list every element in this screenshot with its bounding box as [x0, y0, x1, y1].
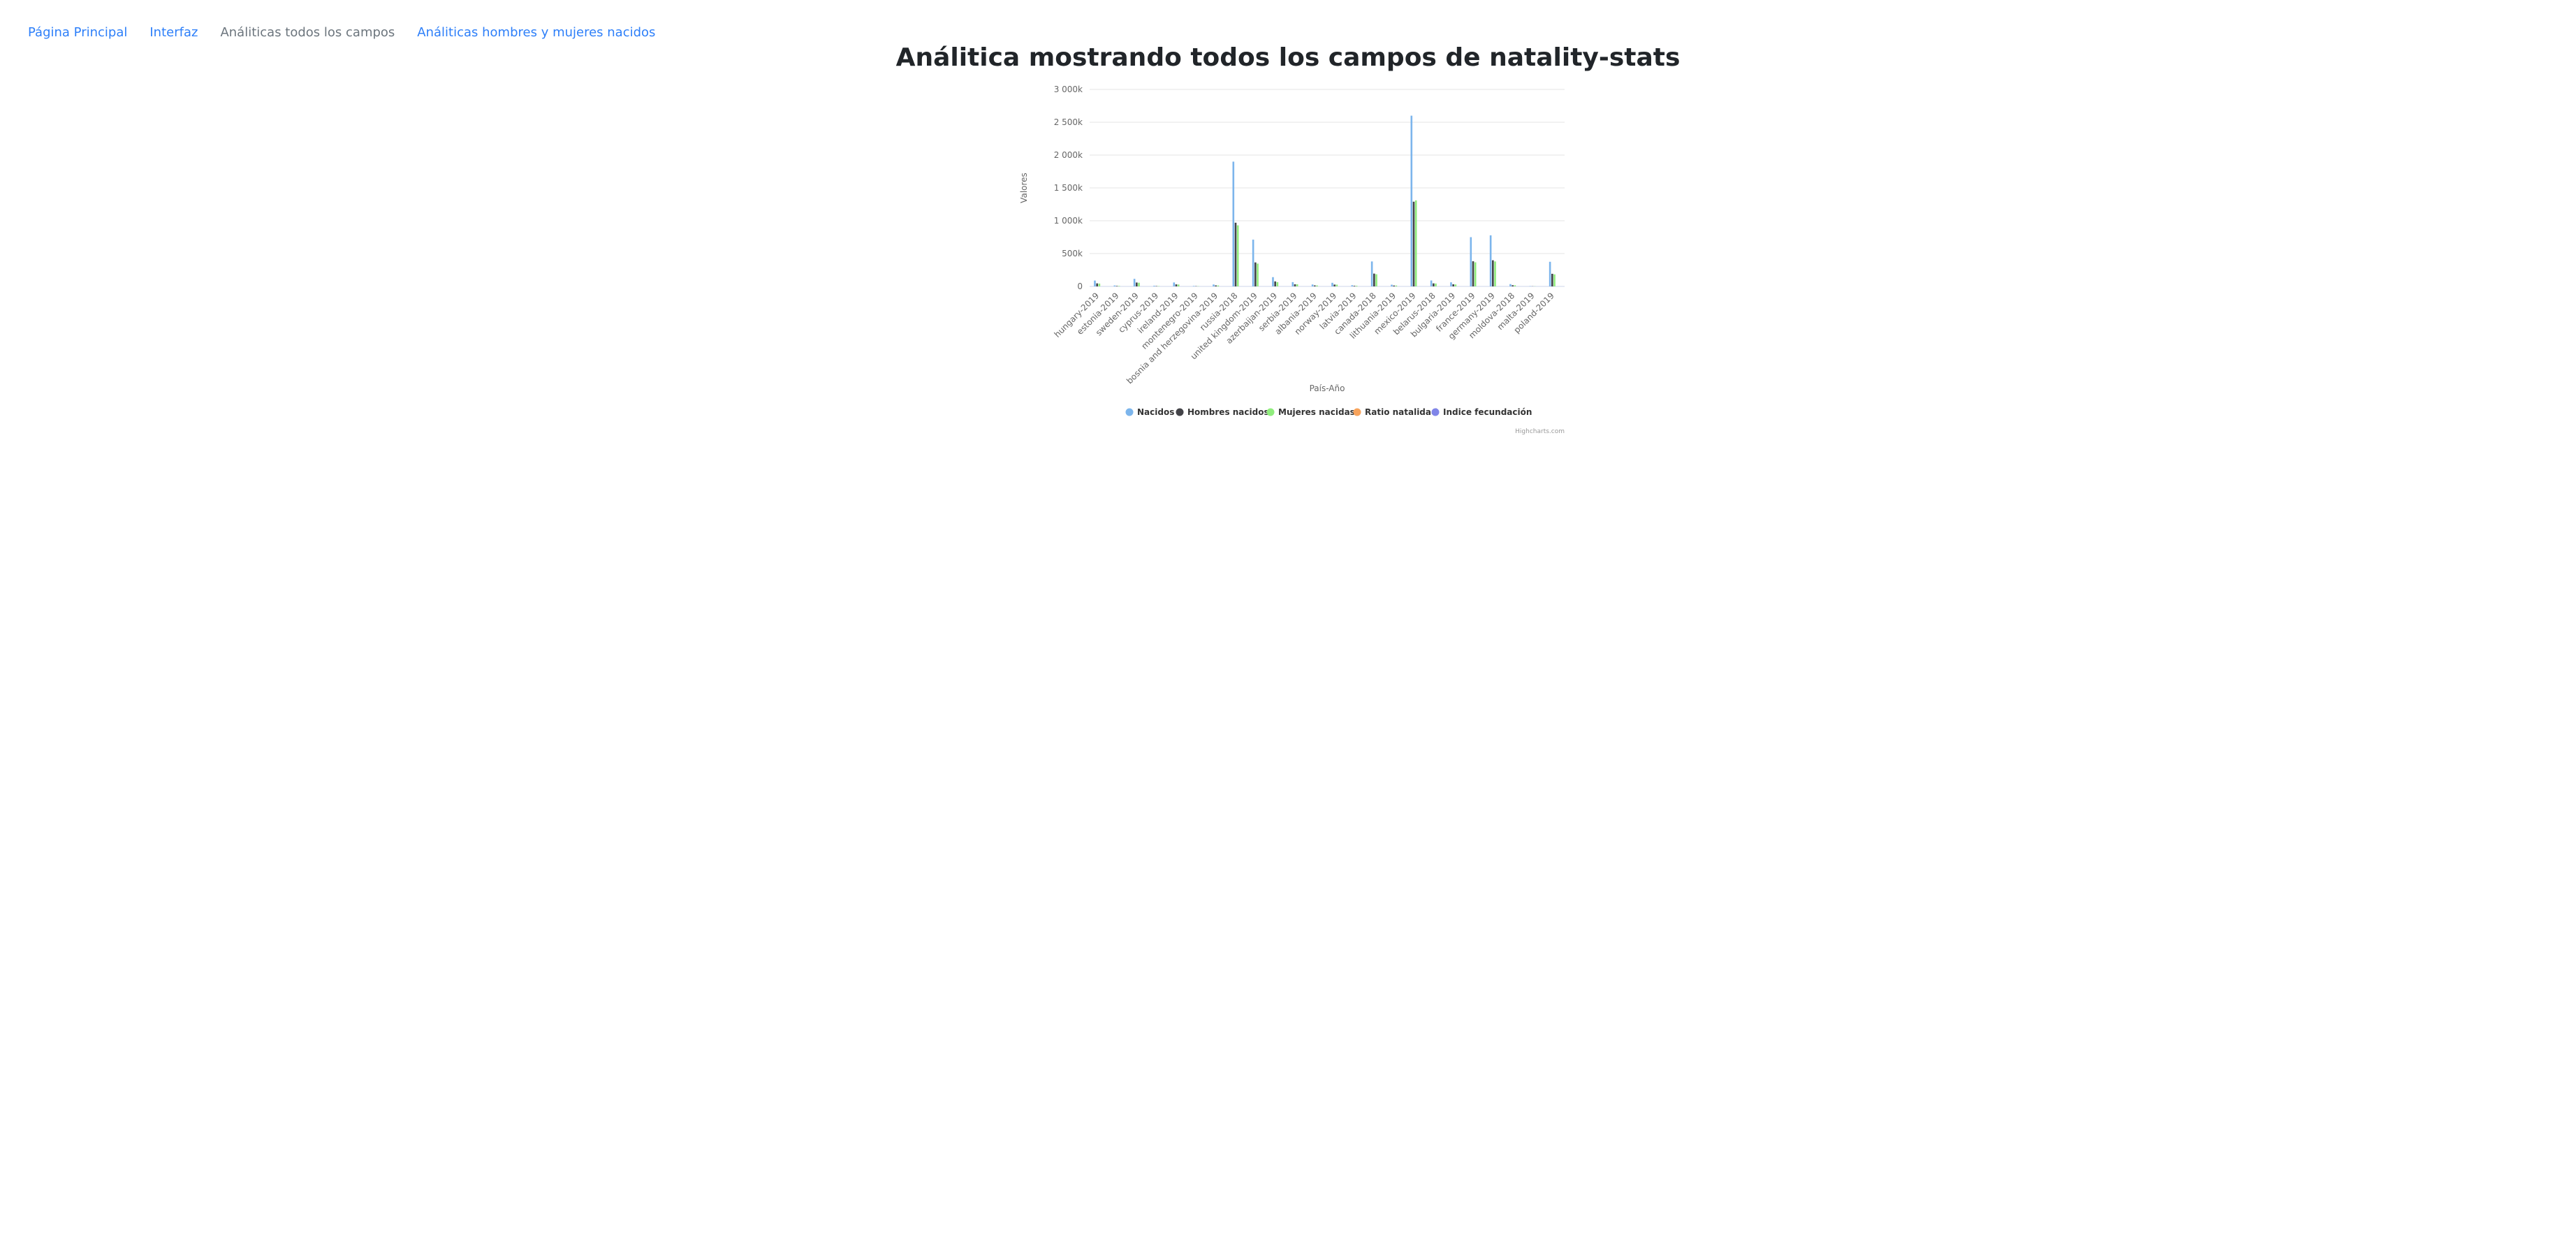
bar-nacidos[interactable] — [1489, 235, 1492, 286]
legend-symbol — [1176, 408, 1184, 416]
bar-nacidos[interactable] — [1291, 282, 1294, 286]
y-tick-label: 500k — [1062, 249, 1083, 258]
bar-nacidos[interactable] — [1331, 282, 1333, 286]
bar-nacidos[interactable] — [1232, 161, 1235, 286]
legend-symbol — [1266, 408, 1275, 416]
bar-hombres-nacidos[interactable] — [1373, 273, 1375, 286]
legend-label: Indice fecundación — [1443, 407, 1532, 417]
bar-nacidos[interactable] — [1173, 282, 1176, 286]
chart-legend: Nacidos Hombres nacidos Mujeres nacidas Rat… — [1125, 407, 1532, 417]
bar-mujeres-nacidas[interactable] — [1414, 200, 1417, 286]
bar-mujeres-nacidas[interactable] — [1335, 284, 1338, 286]
bar-nacidos[interactable] — [1391, 284, 1393, 286]
bar-nacidos[interactable] — [1430, 280, 1433, 286]
bar-hombres-nacidos[interactable] — [1472, 261, 1474, 286]
bar-hombres-nacidos[interactable] — [1551, 273, 1553, 286]
bar-nacidos[interactable] — [1133, 279, 1136, 286]
legend-item-hombres-nacidos[interactable]: Hombres nacidos — [1176, 407, 1269, 417]
legend-label: Mujeres nacidas — [1278, 407, 1355, 417]
bar-mujeres-nacidas[interactable] — [1236, 225, 1239, 286]
nav-link-analiticas-hombres-mujeres[interactable]: Análiticas hombres y mujeres nacidos — [417, 25, 655, 40]
page-title: Análitica mostrando todos los campos de … — [895, 43, 1681, 72]
bar-hombres-nacidos[interactable] — [1452, 284, 1454, 286]
bar-nacidos[interactable] — [1272, 277, 1274, 286]
legend-label: Hombres nacidos — [1187, 407, 1269, 417]
bar-nacidos[interactable] — [1509, 284, 1512, 286]
y-axis-title: Valores — [1019, 173, 1029, 203]
y-tick-label: 1 000k — [1054, 216, 1083, 226]
chart-credits[interactable]: Highcharts.com — [1515, 428, 1565, 435]
bar-hombres-nacidos[interactable] — [1412, 201, 1415, 286]
bar-hombres-nacidos[interactable] — [1175, 284, 1178, 286]
bar-hombres-nacidos[interactable] — [1136, 282, 1138, 286]
bar-hombres-nacidos[interactable] — [1254, 262, 1257, 286]
bar-mujeres-nacidas[interactable] — [1454, 284, 1457, 286]
bar-mujeres-nacidas[interactable] — [1553, 274, 1556, 286]
chart-bars — [1094, 115, 1556, 287]
x-axis-ticks: hungary-2019estonia-2019sweden-2019cypru… — [1053, 291, 1556, 386]
x-axis-title: País-Año — [1310, 383, 1345, 393]
legend-item-mujeres-nacidas[interactable]: Mujeres nacidas — [1266, 407, 1355, 417]
bar-mujeres-nacidas[interactable] — [1494, 261, 1496, 286]
bar-nacidos[interactable] — [1311, 284, 1314, 286]
bar-mujeres-nacidas[interactable] — [1098, 283, 1101, 286]
bar-hombres-nacidos[interactable] — [1492, 260, 1494, 286]
bar-nacidos[interactable] — [1351, 285, 1354, 286]
bar-mujeres-nacidas[interactable] — [1177, 284, 1180, 286]
bar-nacidos[interactable] — [1410, 115, 1413, 286]
bar-mujeres-nacidas[interactable] — [1514, 285, 1516, 286]
y-tick-label: 3 000k — [1054, 85, 1083, 94]
legend-item-indice-fecundación[interactable]: Indice fecundación — [1431, 407, 1532, 417]
y-axis-ticks: 0 500k 1 000k 1 500k 2 000k 2 500k 3 000k — [1054, 85, 1083, 291]
bar-nacidos[interactable] — [1370, 261, 1373, 286]
bar-mujeres-nacidas[interactable] — [1375, 274, 1377, 286]
bar-mujeres-nacidas[interactable] — [1257, 263, 1259, 286]
nav-link-analiticas-todos-campos[interactable]: Análiticas todos los campos — [220, 25, 395, 40]
bar-mujeres-nacidas[interactable] — [1138, 282, 1140, 286]
bar-nacidos[interactable] — [1450, 282, 1452, 286]
bar-hombres-nacidos[interactable] — [1333, 284, 1335, 286]
bar-mujeres-nacidas[interactable] — [1276, 282, 1279, 286]
legend-item-ratio-natalidad[interactable]: Ratio natalidad — [1353, 407, 1437, 417]
bar-hombres-nacidos[interactable] — [1274, 281, 1276, 286]
legend-symbol — [1353, 408, 1361, 416]
bar-nacidos[interactable] — [1094, 280, 1096, 286]
bar-hombres-nacidos[interactable] — [1433, 283, 1435, 286]
y-tick-label: 2 000k — [1054, 150, 1083, 160]
bar-nacidos[interactable] — [1470, 237, 1472, 287]
y-tick-label: 1 500k — [1054, 183, 1083, 193]
bar-mujeres-nacidas[interactable] — [1474, 262, 1477, 287]
bar-hombres-nacidos[interactable] — [1294, 284, 1296, 286]
bar-hombres-nacidos[interactable] — [1234, 222, 1237, 286]
legend-label: Nacidos — [1137, 407, 1174, 417]
legend-label: Ratio natalidad — [1365, 407, 1437, 417]
nav-link-interfaz[interactable]: Interfaz — [149, 25, 198, 40]
chart-grid — [1090, 89, 1565, 287]
bar-hombres-nacidos[interactable] — [1512, 285, 1514, 286]
bar-nacidos[interactable] — [1549, 261, 1551, 286]
y-tick-label: 0 — [1077, 282, 1083, 291]
y-tick-label: 2 500k — [1054, 117, 1083, 127]
legend-item-nacidos[interactable]: Nacidos — [1125, 407, 1175, 417]
bar-mujeres-nacidas[interactable] — [1435, 283, 1437, 286]
bar-mujeres-nacidas[interactable] — [1296, 284, 1298, 286]
legend-symbol — [1431, 408, 1440, 416]
nav-link-pagina-principal[interactable]: Página Principal — [28, 25, 127, 40]
bar-hombres-nacidos[interactable] — [1096, 283, 1098, 286]
legend-symbol — [1125, 408, 1134, 416]
bar-nacidos[interactable] — [1252, 240, 1254, 286]
bar-nacidos[interactable] — [1213, 284, 1215, 286]
natality-chart: 0 500k 1 000k 1 500k 2 000k 2 500k 3 000k hung… — [1019, 85, 1565, 435]
